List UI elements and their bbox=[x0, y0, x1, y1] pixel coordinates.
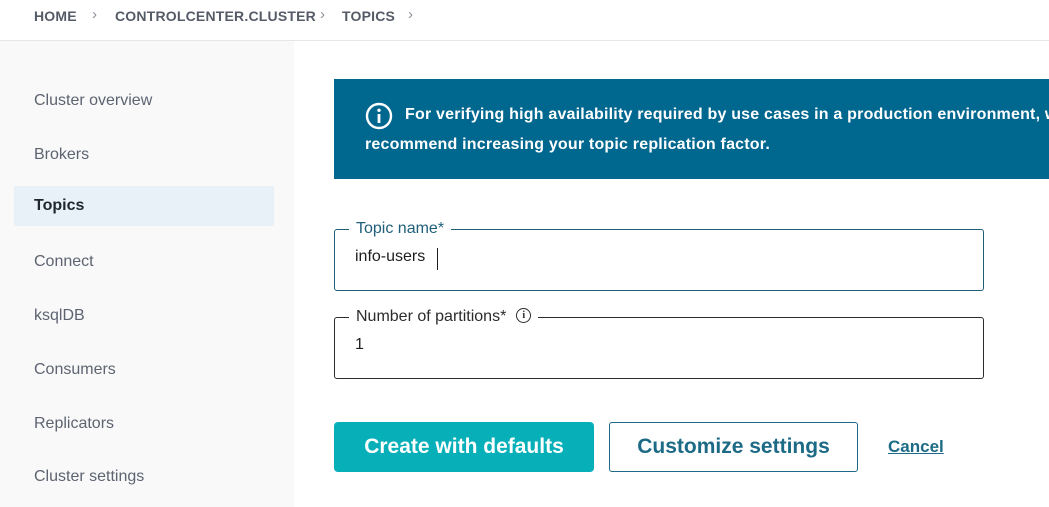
partitions-label: Number of partitions* bbox=[356, 308, 507, 325]
sidebar-item-topics[interactable]: Topics bbox=[14, 186, 274, 226]
sidebar-item-ksqldb[interactable]: ksqlDB bbox=[14, 296, 274, 336]
breadcrumb-topics[interactable]: TOPICS bbox=[342, 8, 395, 24]
partitions-label-group: Number of partitions* i bbox=[349, 306, 539, 328]
chevron-right-icon: › bbox=[408, 6, 413, 23]
info-icon[interactable]: i bbox=[516, 308, 532, 324]
partitions-input[interactable] bbox=[355, 336, 955, 354]
sidebar-item-brokers[interactable]: Brokers bbox=[14, 135, 274, 175]
chevron-right-icon: › bbox=[320, 6, 325, 23]
text-caret bbox=[437, 248, 438, 270]
banner-message: For verifying high availability required… bbox=[365, 106, 1049, 153]
chevron-right-icon: › bbox=[92, 6, 97, 23]
partitions-field[interactable]: Number of partitions* i bbox=[334, 306, 984, 379]
sidebar-item-connect[interactable]: Connect bbox=[14, 242, 274, 282]
cancel-link[interactable]: Cancel bbox=[888, 437, 944, 457]
topic-name-label: Topic name* bbox=[349, 218, 452, 240]
breadcrumb-cluster[interactable]: CONTROLCENTER.CLUSTER bbox=[115, 8, 316, 24]
topic-name-field[interactable]: Topic name* bbox=[334, 218, 984, 291]
breadcrumb-home[interactable]: HOME bbox=[34, 8, 77, 24]
info-banner: For verifying high availability required… bbox=[334, 79, 1049, 179]
sidebar-item-consumers[interactable]: Consumers bbox=[14, 350, 274, 390]
customize-settings-button[interactable]: Customize settings bbox=[609, 422, 858, 472]
create-with-defaults-button[interactable]: Create with defaults bbox=[334, 422, 594, 472]
breadcrumb: HOME › CONTROLCENTER.CLUSTER › TOPICS › bbox=[0, 0, 1049, 41]
sidebar-item-cluster-settings[interactable]: Cluster settings bbox=[14, 457, 274, 497]
sidebar-item-replicators[interactable]: Replicators bbox=[14, 404, 274, 444]
sidebar-item-cluster-overview[interactable]: Cluster overview bbox=[14, 81, 274, 121]
topic-name-input[interactable] bbox=[355, 248, 955, 266]
sidebar: Cluster overview Brokers Topics Connect … bbox=[0, 41, 294, 507]
